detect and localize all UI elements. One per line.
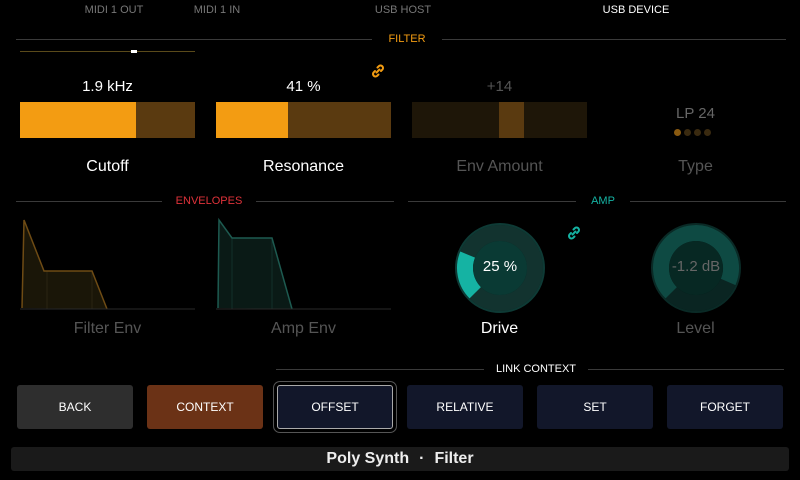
env-amount-slider[interactable] [412,102,587,138]
filter-type-value: LP 24 [676,105,715,122]
filter-type-dot [694,129,701,136]
filter-env-label: Filter Env [73,320,142,337]
footer-bar: Poly Synth · Filter [11,447,789,471]
tab-usb-device[interactable]: USB DEVICE [576,4,696,16]
offset-button[interactable]: OFFSET [277,385,393,429]
footer-separator: · [419,450,425,467]
level-label: Level [676,320,715,337]
amp-link-icon[interactable] [566,225,582,241]
amp-env-label: Amp Env [271,320,336,337]
amp-env-graph[interactable] [216,214,391,310]
forget-button[interactable]: FORGET [667,385,783,429]
resonance-label: Resonance [263,158,344,175]
envelopes-section-title: ENVELOPES [162,195,256,207]
env-amount-label: Env Amount [456,158,543,175]
resonance-value: 41 % [286,78,321,95]
drive-value: 25 % [482,258,518,275]
env-amount-value: +14 [486,78,513,95]
resonance-slider[interactable] [216,102,391,138]
filter-section-title: FILTER [372,33,442,45]
link-context-title: LINK CONTEXT [484,363,588,375]
filter-env-graph[interactable] [20,214,195,310]
level-value: -1.2 dB [671,258,721,275]
footer-device-name: Poly Synth [326,450,410,467]
set-button[interactable]: SET [537,385,653,429]
page-indicator-thumb [131,50,137,53]
back-button[interactable]: BACK [17,385,133,429]
cutoff-label: Cutoff [86,158,129,175]
amp-section-title: AMP [576,195,630,207]
resonance-slider-fill [216,102,288,138]
cutoff-slider-fill [20,102,136,138]
filter-type-dot-active [674,129,681,136]
context-button[interactable]: CONTEXT [147,385,263,429]
drive-label: Drive [480,320,519,337]
page-indicator-track [20,51,195,52]
cutoff-slider[interactable] [20,102,195,138]
env-amount-slider-fill [499,102,524,138]
filter-type-label: Type [678,158,713,175]
filter-type-dots [674,129,711,136]
tab-midi-1-in[interactable]: MIDI 1 IN [157,4,277,16]
link-icon[interactable] [370,63,386,79]
tab-usb-host[interactable]: USB HOST [343,4,463,16]
tab-midi-1-out[interactable]: MIDI 1 OUT [54,4,174,16]
cutoff-value: 1.9 kHz [82,78,133,95]
relative-button[interactable]: RELATIVE [407,385,523,429]
filter-type-dot [704,129,711,136]
filter-type-dot [684,129,691,136]
footer-page-name: Filter [434,450,474,467]
